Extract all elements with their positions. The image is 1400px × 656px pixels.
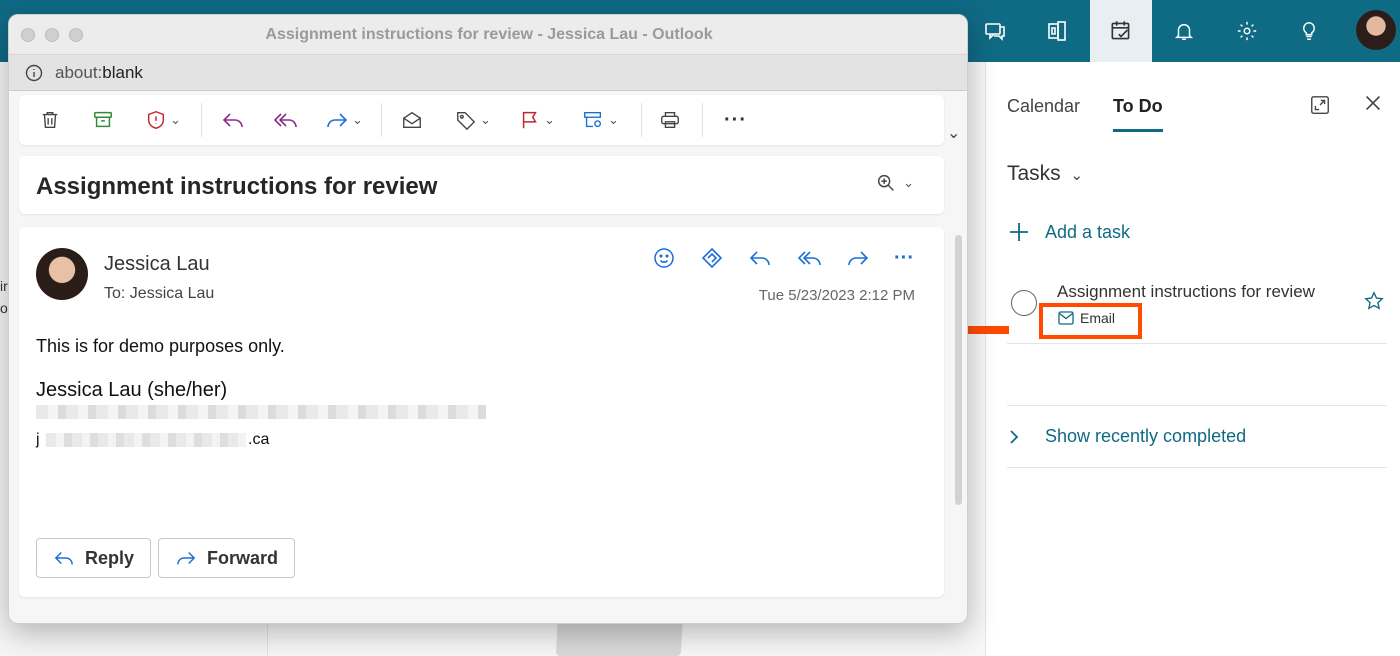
zoom-button[interactable]: ⌄: [875, 172, 914, 194]
background-partial-text: ir o: [0, 278, 8, 316]
user-avatar[interactable]: [1356, 10, 1396, 50]
email-prefix: j: [36, 431, 40, 448]
mark-read-button[interactable]: [401, 107, 423, 133]
recipient-line: To: Jessica Lau: [104, 285, 215, 302]
chevron-down-icon: ⌄: [608, 112, 619, 127]
address-bar[interactable]: about:blank: [9, 55, 967, 91]
redacted-email: [46, 433, 246, 447]
divider: [1007, 405, 1387, 406]
chevron-down-icon: ⌄: [352, 112, 363, 127]
flag-button[interactable]: ⌄: [519, 107, 555, 133]
lightbulb-icon[interactable]: [1278, 0, 1340, 62]
reply-icon: [54, 552, 73, 565]
reply-all-button[interactable]: [272, 107, 298, 133]
window-title-bar: Assignment instructions for review - Jes…: [9, 15, 967, 55]
email-suffix: .ca: [248, 431, 270, 448]
loop-icon[interactable]: [700, 246, 724, 270]
info-icon: [25, 64, 43, 81]
gear-icon[interactable]: [1216, 0, 1278, 62]
delete-button[interactable]: [39, 107, 61, 133]
task-title[interactable]: Assignment instructions for review: [1057, 282, 1315, 302]
forward-button[interactable]: ⌄: [325, 107, 363, 133]
task-complete-checkbox[interactable]: [1011, 290, 1037, 316]
bell-icon[interactable]: [1153, 0, 1215, 62]
tag-icon: [457, 111, 476, 131]
more-options-icon[interactable]: ···: [724, 107, 747, 133]
message-card: Jessica Lau To: Jessica Lau ··· Tue 5/23…: [19, 227, 944, 597]
active-tab-indicator: [1113, 129, 1163, 132]
toolbar-separator: [702, 103, 703, 137]
reply-icon: [222, 113, 243, 128]
scrollbar[interactable]: [955, 235, 962, 505]
archive-button[interactable]: [92, 107, 114, 133]
close-icon[interactable]: [1362, 92, 1384, 119]
reply-all-icon: [273, 113, 297, 128]
reply-button[interactable]: Reply: [36, 538, 152, 578]
chevron-down-icon: ⌄: [544, 112, 555, 127]
message-toolbar: ⌄ ⌄ ⌄ ⌄ ⌄ ···: [19, 95, 944, 145]
envelope-open-icon: [403, 111, 421, 129]
expand-icon[interactable]: [1309, 94, 1331, 121]
email-tag-highlight: [1039, 303, 1142, 339]
trash-icon: [42, 111, 58, 129]
chat-icon[interactable]: [964, 0, 1026, 62]
reply-icon[interactable]: [748, 247, 772, 269]
show-completed-button[interactable]: Show recently completed: [1007, 426, 1246, 447]
smiley-icon[interactable]: [652, 246, 676, 270]
redacted-text: [36, 405, 486, 419]
toolbar-separator: [201, 103, 202, 137]
message-date: Tue 5/23/2023 2:12 PM: [758, 287, 915, 304]
zoom-in-icon: [878, 174, 894, 191]
sender-name[interactable]: Jessica Lau: [104, 253, 210, 276]
flag-icon: [522, 111, 537, 129]
print-button[interactable]: [659, 107, 681, 133]
report-button[interactable]: ⌄: [145, 107, 181, 133]
categorize-button[interactable]: ⌄: [455, 107, 491, 133]
subject-bar: Assignment instructions for review ⌄: [19, 156, 944, 214]
forward-icon: [327, 113, 348, 128]
tab-todo[interactable]: To Do: [1113, 96, 1163, 117]
message-subject: Assignment instructions for review: [36, 173, 438, 200]
archive-icon: [94, 111, 112, 128]
chevron-right-icon: [1010, 429, 1019, 444]
sender-avatar[interactable]: [36, 248, 88, 300]
chevron-down-icon: ⌄: [1070, 167, 1084, 184]
chevron-down-icon: ⌄: [480, 112, 491, 127]
more-options-icon[interactable]: ···: [894, 247, 914, 270]
forward-icon: [177, 552, 196, 565]
shield-icon: [147, 110, 165, 130]
tab-calendar[interactable]: Calendar: [1007, 96, 1080, 117]
chevron-down-icon: ⌄: [903, 175, 914, 190]
rules-button[interactable]: ⌄: [581, 107, 619, 133]
reply-all-icon[interactable]: [796, 247, 822, 269]
todo-pane: Calendar To Do Tasks ⌄ Add a task Assign…: [985, 62, 1400, 656]
url-text: about:blank: [55, 62, 143, 82]
inbox-settings-icon: [584, 111, 602, 128]
office-icon[interactable]: [1026, 0, 1088, 62]
divider: [1007, 467, 1387, 468]
add-task-button[interactable]: Add a task: [1007, 220, 1130, 244]
chevron-down-icon: ⌄: [170, 112, 181, 127]
plus-icon: [1010, 223, 1028, 241]
todo-icon[interactable]: [1090, 0, 1152, 62]
message-popup-window: Assignment instructions for review - Jes…: [8, 14, 968, 624]
printer-icon: [661, 111, 679, 129]
chevron-down-icon[interactable]: ⌄: [947, 123, 960, 143]
reply-button[interactable]: [221, 107, 245, 133]
star-icon[interactable]: [1363, 290, 1385, 317]
message-body-text: This is for demo purposes only.: [36, 336, 285, 356]
signature-name: Jessica Lau (she/her): [36, 379, 228, 401]
recipient-name[interactable]: Jessica Lau: [130, 285, 215, 302]
toolbar-separator: [641, 103, 642, 137]
tasks-header[interactable]: Tasks ⌄: [1007, 162, 1083, 186]
window-title: Assignment instructions for review - Jes…: [265, 26, 713, 43]
forward-button[interactable]: Forward: [158, 538, 296, 578]
forward-icon[interactable]: [846, 247, 870, 269]
message-actions: ···: [652, 246, 914, 270]
toolbar-separator: [381, 103, 382, 137]
